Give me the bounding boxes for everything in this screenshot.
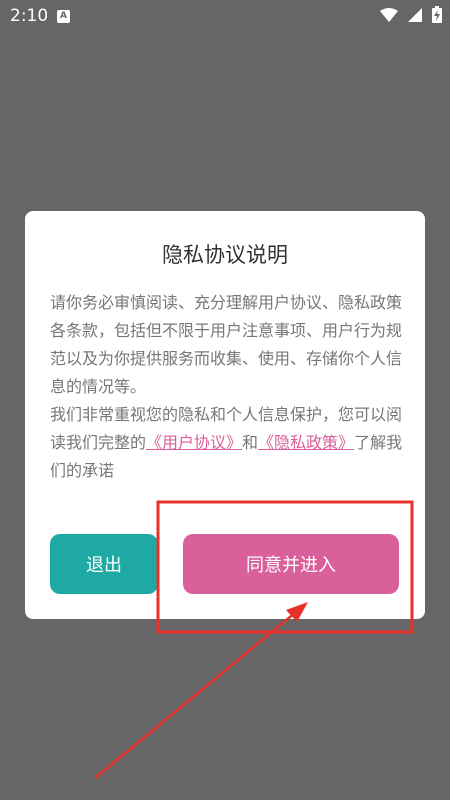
highlight-box [156, 500, 414, 634]
annotation-overlay [94, 500, 414, 779]
annotation-arrow-line [94, 611, 297, 779]
